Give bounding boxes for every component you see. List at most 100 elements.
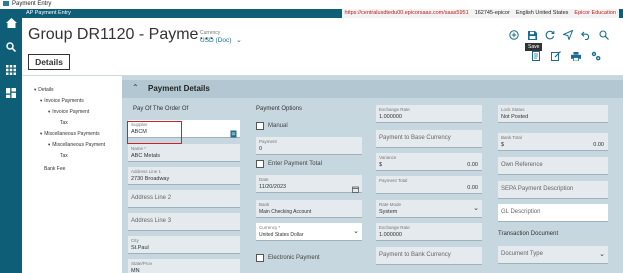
address-line2-placeholder: Address Line 2 <box>131 195 172 201</box>
payment-label: Payment <box>259 139 277 144</box>
search-icon[interactable] <box>5 41 17 53</box>
name-field[interactable]: Name * ABC Metals <box>128 144 240 162</box>
window-title: Payment Entry <box>12 1 52 7</box>
exchange-rate-label: Exchange Rate <box>379 107 410 112</box>
gl-description-field[interactable]: GL Description <box>498 204 608 222</box>
edit-icon[interactable] <box>551 51 561 61</box>
lock-status-value: Not Posted <box>501 114 529 120</box>
currency-field[interactable]: Currency * United States Dollar ⌄ <box>256 223 362 241</box>
rate-mode-label: Rate Mode <box>379 202 402 207</box>
secondary-toolbar <box>531 51 601 61</box>
search-icon[interactable] <box>599 30 609 40</box>
electronic-payment-checkbox[interactable] <box>256 254 264 262</box>
enter-payment-total-label: Enter Payment Total <box>268 161 322 167</box>
sepa-description-field[interactable]: SEPA Payment Description <box>498 181 608 199</box>
print-icon[interactable] <box>571 51 581 61</box>
tree-item-invoice-tax[interactable]: Tax <box>60 120 68 126</box>
currency-selector[interactable]: USD (Doc) <box>200 37 231 44</box>
chevron-down-icon[interactable]: ⌄ <box>353 227 359 235</box>
variance-currency: $ <box>379 162 383 168</box>
address-line3-field[interactable]: Address Line 3 <box>128 213 240 231</box>
left-rail <box>0 9 22 273</box>
tree-nav: ▾ Details ▾ Invoice Payments ▾ Invoice Paym… <box>22 76 122 273</box>
refresh-icon[interactable] <box>545 30 555 40</box>
bank-total-label: Bank Total <box>501 135 522 140</box>
app-topbar: AP Payment Entry https://centralusdtedu0… <box>22 9 623 18</box>
pay-order-heading: Pay Of The Order Of <box>133 106 189 112</box>
payment-options-heading: Payment Options <box>256 106 303 112</box>
state-label: State/Prov <box>131 261 153 266</box>
date-field[interactable]: Date 11/20/2023 <box>256 175 362 193</box>
tree-item-bank-fee[interactable]: Bank Fee <box>44 166 65 172</box>
dashboard-icon[interactable] <box>5 87 17 99</box>
payment-to-bank-placeholder: Payment to Bank Currency <box>379 252 451 258</box>
address-line2-field[interactable]: Address Line 2 <box>128 190 240 208</box>
language-label[interactable]: English United States <box>516 10 569 16</box>
payment-value: 0 <box>259 146 263 152</box>
exchange-rate-field[interactable]: Exchange Rate 1.000000 <box>376 105 482 123</box>
settings-icon[interactable] <box>591 51 601 61</box>
apps-grid-icon[interactable] <box>5 64 17 76</box>
document-type-field[interactable]: Document Type ⌄ <box>498 246 608 264</box>
rate-mode-value: System <box>379 209 398 215</box>
company-label[interactable]: Epicor Education <box>574 10 616 16</box>
exchange-rate-2-field[interactable]: Exchange Rate 1.000000 <box>376 223 482 241</box>
currency-field-label: Currency * <box>259 225 281 230</box>
chevron-down-icon[interactable]: ⌄ <box>236 36 242 44</box>
tree-item-misc-payments[interactable]: ▾ Miscellaneous Payments <box>40 131 100 137</box>
tree-item-invoice-payment[interactable]: ▾ Invoice Payment <box>48 109 89 115</box>
tree-item-misc-tax[interactable]: Tax <box>60 153 68 159</box>
name-value: ABC Metals <box>131 153 161 159</box>
transaction-document-heading: Transaction Document <box>498 231 559 237</box>
lookup-icon[interactable] <box>230 125 237 143</box>
calendar-icon[interactable] <box>352 180 359 198</box>
manual-label: Manual <box>268 123 288 129</box>
tree-item-invoice-payments[interactable]: ▾ Invoice Payments <box>40 98 84 104</box>
save-tooltip: Save <box>525 43 543 51</box>
address-line1-field[interactable]: Address Line 1 2730 Broadway <box>128 167 240 185</box>
lock-status-field: Lock Status Not Posted <box>498 105 608 123</box>
bank-total-currency: $ <box>501 142 505 148</box>
own-reference-field[interactable]: Own Reference <box>498 157 608 175</box>
address-line1-label: Address Line 1 <box>131 169 162 174</box>
payment-field[interactable]: Payment 0 <box>256 137 362 155</box>
save-icon[interactable] <box>527 30 537 40</box>
bank-field[interactable]: Bank Main Checking Account <box>256 200 362 218</box>
send-icon[interactable] <box>563 30 573 40</box>
add-new-icon[interactable] <box>509 30 519 40</box>
toolbar <box>509 30 609 40</box>
attachment-icon[interactable] <box>531 51 541 61</box>
variance-field[interactable]: Variance $ 0.00 <box>376 153 482 171</box>
home-icon[interactable] <box>5 17 17 29</box>
undo-icon[interactable] <box>581 30 591 40</box>
app-window-icon <box>3 0 9 6</box>
chevron-down-icon[interactable]: ⌄ <box>473 204 479 212</box>
state-field[interactable]: State/Prov MN <box>128 259 240 273</box>
bank-total-field[interactable]: Bank Total $ 0.00 <box>498 133 608 151</box>
enter-payment-total-checkbox[interactable] <box>256 160 264 168</box>
payment-to-bank-field[interactable]: Payment to Bank Currency <box>376 247 482 265</box>
currency-field-value: United States Dollar <box>259 232 304 238</box>
payment-to-base-field[interactable]: Payment to Base Currency <box>376 130 482 148</box>
tab-details[interactable]: Details <box>28 54 70 70</box>
own-reference-placeholder: Own Reference <box>501 162 543 168</box>
panel-title: Payment Details <box>148 84 210 93</box>
tree-item-details[interactable]: ▾ Details <box>34 87 54 93</box>
date-value: 11/20/2023 <box>259 184 287 190</box>
window-titlebar: Payment Entry <box>0 0 623 9</box>
payment-total-field[interactable]: Payment Total 0.00 <box>376 176 482 194</box>
chevron-up-icon[interactable]: ⌃ <box>132 83 139 92</box>
page-title: Group DR1120 - Payme… <box>28 26 215 43</box>
manual-checkbox[interactable] <box>256 122 264 130</box>
payment-total-value: 0.00 <box>467 185 478 191</box>
payment-total-label: Payment Total <box>379 178 408 183</box>
city-field[interactable]: City St.Paul <box>128 236 240 254</box>
rate-mode-field[interactable]: Rate Mode System ⌄ <box>376 200 482 218</box>
address-line3-placeholder: Address Line 3 <box>131 218 172 224</box>
build-label: 162745-epicor <box>474 10 510 16</box>
document-type-placeholder: Document Type <box>501 251 543 257</box>
page-header: Group DR1120 - Payme… Currency USD (Doc)… <box>22 18 623 76</box>
tree-item-misc-payment[interactable]: ▾ Miscellaneous Payment <box>48 142 105 148</box>
chevron-down-icon[interactable]: ⌄ <box>599 250 605 258</box>
panel-header[interactable]: ⌃ Payment Details <box>122 80 623 98</box>
